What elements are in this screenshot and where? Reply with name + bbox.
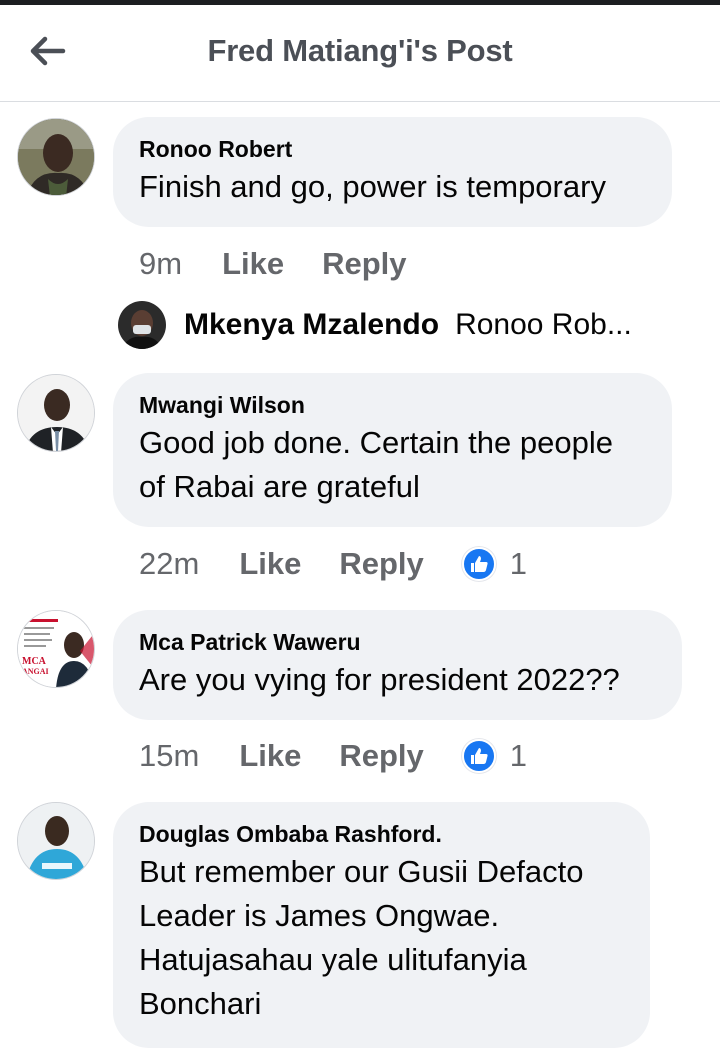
reply-snippet: Ronoo Rob... — [455, 308, 632, 341]
reaction-summary[interactable]: 1 — [461, 738, 528, 774]
reply-author[interactable]: Mkenya Mzalendo — [184, 308, 439, 342]
avatar-badge: MCA ANGAI — [22, 656, 49, 677]
comment-bubble[interactable]: Ronoo Robert Finish and go, power is tem… — [113, 117, 672, 227]
comment-text-line: Good job done. Certain the people — [139, 425, 613, 460]
reaction-summary[interactable]: 1 — [461, 546, 528, 582]
reply-button[interactable]: Reply — [339, 738, 423, 774]
avatar[interactable] — [118, 301, 166, 349]
avatar[interactable] — [17, 118, 95, 196]
post-header: Fred Matiang'i's Post — [0, 5, 720, 102]
comment-text-line: Bonchari — [139, 986, 262, 1021]
avatar[interactable] — [17, 802, 95, 880]
comment-time[interactable]: 22m — [139, 546, 199, 582]
thumbs-up-icon — [461, 547, 496, 581]
comment-actions: 15m Like Reply 1 — [139, 736, 527, 776]
comment-text-line: Hatujasahau yale ulitufanyia — [139, 942, 527, 977]
comment-bubble[interactable]: Mca Patrick Waweru Are you vying for pre… — [113, 610, 682, 720]
comment-actions: 9m Like Reply — [139, 244, 445, 284]
like-button[interactable]: Like — [239, 738, 301, 774]
page-title: Fred Matiang'i's Post — [207, 33, 513, 68]
comment-bubble[interactable]: Douglas Ombaba Rashford. But remember ou… — [113, 802, 650, 1048]
comment-bubble[interactable]: Mwangi Wilson Good job done. Certain the… — [113, 373, 672, 527]
comment-text-line: Leader is James Ongwae. — [139, 898, 500, 933]
like-button[interactable]: Like — [222, 246, 284, 282]
reaction-count: 1 — [509, 738, 528, 773]
comment-author[interactable]: Ronoo Robert — [139, 135, 646, 163]
avatar[interactable] — [17, 374, 95, 452]
reply-button[interactable]: Reply — [322, 246, 406, 282]
comment-text-line: of Rabai are grateful — [139, 469, 420, 504]
comment-time[interactable]: 15m — [139, 738, 199, 774]
comment-author[interactable]: Mca Patrick Waweru — [139, 628, 656, 656]
comment-time[interactable]: 9m — [139, 246, 182, 282]
comment-text: Finish and go, power is temporary — [139, 169, 606, 204]
reply-preview[interactable]: Mkenya Mzalendo Ronoo Rob... — [118, 300, 678, 350]
reply-button[interactable]: Reply — [339, 546, 423, 582]
comment-text: Are you vying for president 2022?? — [139, 662, 620, 697]
comment-author[interactable]: Mwangi Wilson — [139, 391, 646, 419]
avatar[interactable]: MCA ANGAI — [17, 610, 95, 688]
reaction-count: 1 — [509, 546, 528, 581]
comment-actions: 22m Like Reply 1 — [139, 544, 527, 584]
like-button[interactable]: Like — [239, 546, 301, 582]
comment-text-line: But remember our Gusii Defacto — [139, 854, 584, 889]
comment-author[interactable]: Douglas Ombaba Rashford. — [139, 820, 624, 848]
thumbs-up-icon — [461, 739, 496, 773]
